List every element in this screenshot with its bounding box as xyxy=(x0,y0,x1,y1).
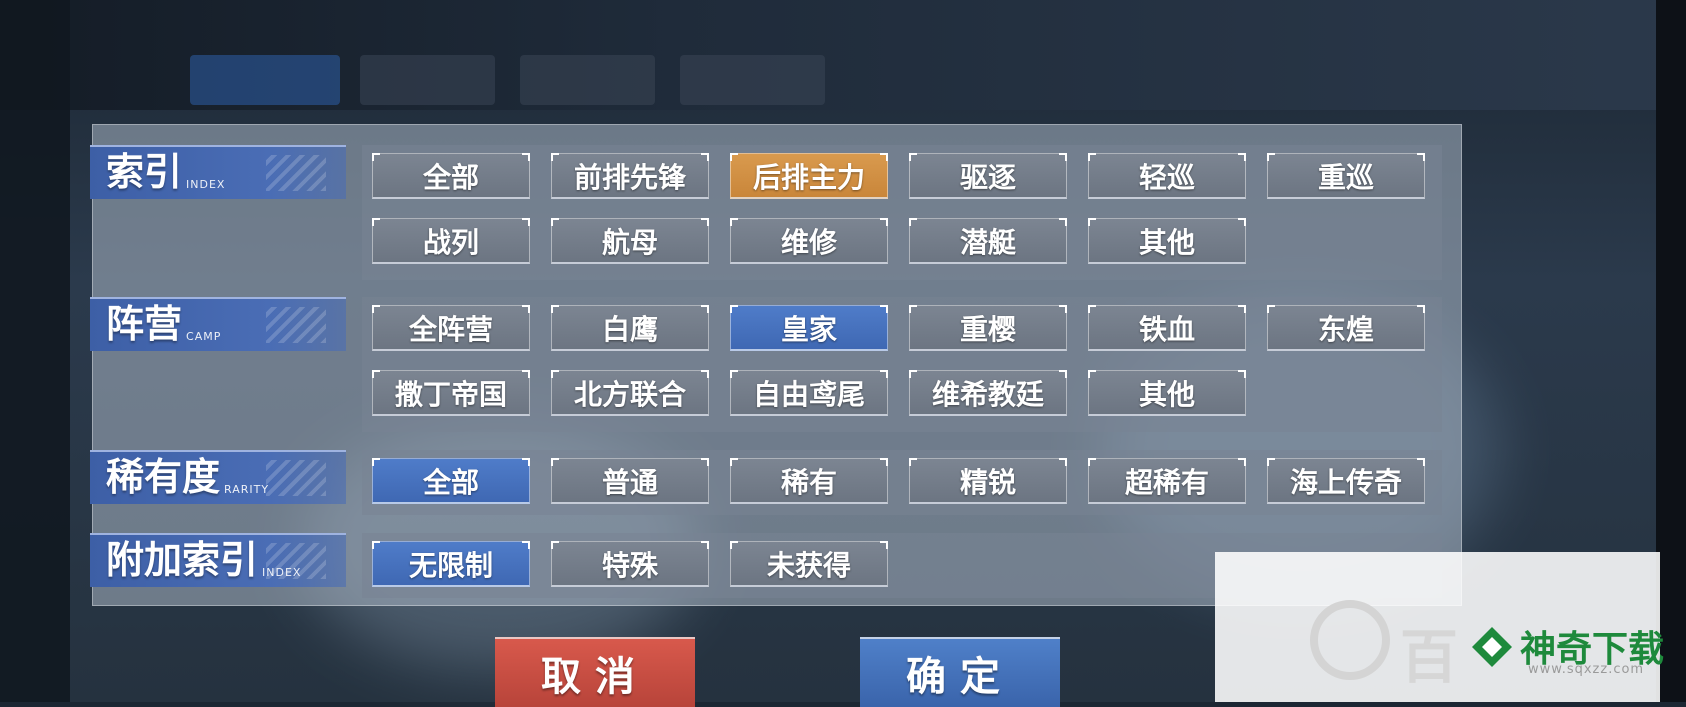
cancel-button[interactable]: 取消 xyxy=(495,637,695,707)
confirm-button[interactable]: 确定 xyxy=(860,637,1060,707)
section-subtitle: RARITY xyxy=(224,483,270,496)
filter-option[interactable]: 超稀有 xyxy=(1088,458,1246,504)
filter-option[interactable]: 全阵营 xyxy=(372,305,530,351)
filter-option[interactable]: 全部 xyxy=(372,458,530,504)
background-left-bar xyxy=(0,0,70,702)
filter-option[interactable]: 未获得 xyxy=(730,541,888,587)
filter-option[interactable]: 维希教廷 xyxy=(909,370,1067,416)
filter-option[interactable]: 战列 xyxy=(372,218,530,264)
section-label-extra-index: 附加索引 INDEX xyxy=(90,533,346,587)
background-tab-2 xyxy=(360,55,495,105)
section-subtitle: INDEX xyxy=(186,178,226,191)
filter-option[interactable]: 皇家 xyxy=(730,305,888,351)
filter-option[interactable]: 海上传奇 xyxy=(1267,458,1425,504)
filter-option[interactable]: 普通 xyxy=(551,458,709,504)
filter-option[interactable]: 北方联合 xyxy=(551,370,709,416)
filter-option[interactable]: 轻巡 xyxy=(1088,153,1246,199)
watermark-url: www.sqxzz.com xyxy=(1528,662,1645,677)
filter-option[interactable]: 后排主力 xyxy=(730,153,888,199)
filter-option[interactable]: 潜艇 xyxy=(909,218,1067,264)
background-tab-4 xyxy=(680,55,825,105)
paw-logo-icon xyxy=(1310,600,1390,680)
section-subtitle: INDEX xyxy=(262,566,302,579)
filter-option[interactable]: 其他 xyxy=(1088,218,1246,264)
filter-option[interactable]: 重巡 xyxy=(1267,153,1425,199)
download-logo-icon xyxy=(1472,627,1512,667)
filter-option[interactable]: 重樱 xyxy=(909,305,1067,351)
filter-option[interactable]: 撒丁帝国 xyxy=(372,370,530,416)
filter-option[interactable]: 特殊 xyxy=(551,541,709,587)
watermark-char: 百 xyxy=(1400,623,1459,691)
filter-option[interactable]: 白鹰 xyxy=(551,305,709,351)
filter-option[interactable]: 精锐 xyxy=(909,458,1067,504)
section-label-camp: 阵营 CAMP xyxy=(90,297,346,351)
background-tab-1 xyxy=(190,55,340,105)
filter-option[interactable]: 无限制 xyxy=(372,541,530,587)
filter-option[interactable]: 全部 xyxy=(372,153,530,199)
background-tab-3 xyxy=(520,55,655,105)
section-title: 稀有度 xyxy=(106,454,221,499)
section-title: 阵营 xyxy=(106,301,183,346)
filter-option[interactable]: 东煌 xyxy=(1267,305,1425,351)
filter-option[interactable]: 航母 xyxy=(551,218,709,264)
filter-option[interactable]: 前排先锋 xyxy=(551,153,709,199)
background-right-edge xyxy=(1656,0,1686,702)
filter-option[interactable]: 维修 xyxy=(730,218,888,264)
section-title: 索引 xyxy=(106,149,183,194)
section-title: 附加索引 xyxy=(106,537,259,582)
filter-option[interactable]: 铁血 xyxy=(1088,305,1246,351)
filter-option[interactable]: 稀有 xyxy=(730,458,888,504)
filter-option[interactable]: 驱逐 xyxy=(909,153,1067,199)
section-label-index: 索引 INDEX xyxy=(90,145,346,199)
section-label-rarity: 稀有度 RARITY xyxy=(90,450,346,504)
section-subtitle: CAMP xyxy=(186,330,222,343)
filter-option[interactable]: 自由鸢尾 xyxy=(730,370,888,416)
filter-option[interactable]: 其他 xyxy=(1088,370,1246,416)
